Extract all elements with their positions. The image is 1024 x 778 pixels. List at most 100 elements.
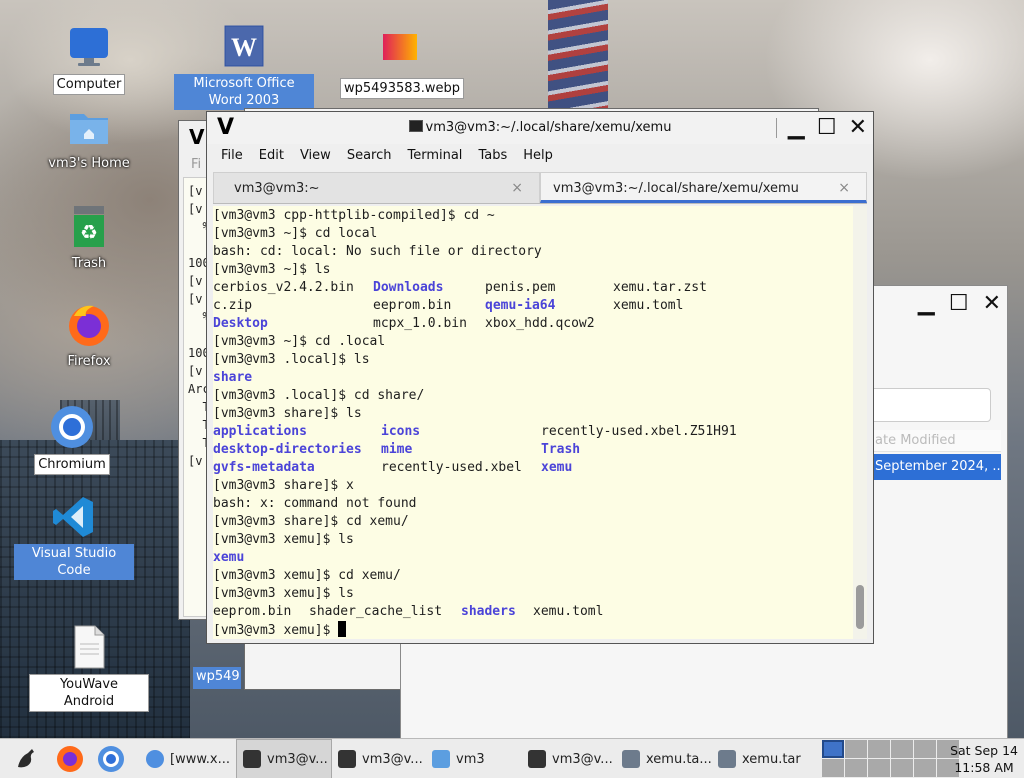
desktop-icon-label: vm3's Home: [48, 156, 130, 171]
workspace-7[interactable]: [822, 759, 844, 777]
terminal-titlebar[interactable]: V vm3@vm3:~/.local/share/xemu/xemu ▁ ☐ ✕: [207, 112, 873, 144]
terminal-icon: [243, 750, 261, 768]
taskbar-item-archive[interactable]: xemu.tar: [718, 739, 801, 778]
workspace-3[interactable]: [868, 740, 890, 758]
taskbar-item-browser[interactable]: [www.x...: [146, 739, 230, 778]
terminal-line: [vm3@vm3 cpp-httplib-compiled]$ cd ~: [213, 208, 495, 223]
workspace-8[interactable]: [845, 759, 867, 777]
tab-home[interactable]: vm3@vm3:~ ×: [213, 172, 540, 203]
taskbar-item-terminal-active[interactable]: vm3@v...: [236, 739, 332, 778]
ls-entry: xemu.toml: [533, 604, 604, 619]
taskbar-item-file-manager[interactable]: vm3: [432, 739, 485, 778]
menu-help[interactable]: Help: [515, 144, 561, 170]
archive-icon: [718, 750, 736, 768]
firefox-launcher[interactable]: [55, 739, 85, 778]
menu-view[interactable]: View: [292, 144, 339, 170]
desktop-icon-trash[interactable]: ♻ Trash: [29, 204, 149, 273]
desktop-icon-word[interactable]: W Microsoft Office Word 2003: [174, 24, 314, 110]
scrollbar-thumb[interactable]: [856, 585, 864, 629]
ls-entry: recently-used.xbel.Z51H91: [541, 424, 737, 439]
desktop-icon-chromium[interactable]: Chromium: [12, 404, 132, 475]
close-tab-icon[interactable]: ×: [838, 180, 850, 196]
desktop-icon-vscode[interactable]: Visual Studio Code: [14, 494, 134, 580]
menu-file[interactable]: File: [213, 144, 251, 170]
svg-text:♻: ♻: [80, 220, 98, 244]
workspace-pager[interactable]: [822, 740, 959, 777]
maximize-icon[interactable]: ☐: [949, 291, 969, 316]
prompt-line[interactable]: [vm3@vm3 xemu]$: [213, 621, 859, 639]
word-icon: W: [221, 24, 267, 70]
desktop-icon-firefox[interactable]: Firefox: [29, 302, 149, 371]
close-icon[interactable]: ✕: [983, 291, 1001, 316]
terminal-line: [vm3@vm3 share]$ x: [213, 478, 354, 493]
maximize-icon[interactable]: ☐: [817, 115, 837, 140]
workspace-10[interactable]: [891, 759, 913, 777]
computer-icon: [66, 24, 112, 70]
terminal-line: bash: cd: local: No such file or directo…: [213, 244, 542, 259]
minimize-icon[interactable]: ▁: [918, 291, 935, 316]
desktop-icon-computer[interactable]: Computer: [29, 24, 149, 95]
terminal-window[interactable]: V vm3@vm3:~/.local/share/xemu/xemu ▁ ☐ ✕…: [206, 111, 874, 644]
workspace-1[interactable]: [822, 740, 844, 758]
desktop-icon-home[interactable]: vm3's Home: [29, 104, 149, 173]
desktop-icon-label: Microsoft Office Word 2003: [174, 74, 314, 110]
minimize-icon[interactable]: ▁: [788, 115, 805, 140]
taskbar-item-terminal[interactable]: vm3@v...: [338, 739, 423, 778]
home-folder-icon: [66, 104, 112, 150]
ls-row: eeprom.bin shader_cache_list shaders xemu.t…: [213, 603, 859, 621]
search-input[interactable]: [861, 388, 991, 422]
taskbar-item-label: vm3@v...: [267, 751, 328, 767]
firefox-icon: [66, 302, 112, 348]
app-menu-button[interactable]: [12, 739, 40, 778]
menu-search[interactable]: Search: [339, 144, 400, 170]
terminal-line: bash: x: command not found: [213, 496, 417, 511]
workspace-4[interactable]: [891, 740, 913, 758]
folder-icon: [432, 750, 450, 768]
window-controls: ▁ ☐ ✕: [788, 115, 867, 140]
tab-xemu[interactable]: vm3@vm3:~/.local/share/xemu/xemu ×: [540, 172, 867, 203]
menu-terminal[interactable]: Terminal: [399, 144, 470, 170]
taskbar-item-terminal[interactable]: vm3@v...: [528, 739, 613, 778]
taskbar-item-label: xemu.tar: [742, 751, 801, 767]
image-file-icon: [377, 28, 423, 74]
svg-text:W: W: [231, 33, 257, 62]
workspace-5[interactable]: [914, 740, 936, 758]
taskbar-item-label: xemu.ta...: [646, 751, 712, 767]
desktop-icon-label: Visual Studio Code: [14, 544, 134, 580]
ls-entry-dir: icons: [381, 424, 421, 439]
workspace-2[interactable]: [845, 740, 867, 758]
taskbar-item-label: [www.x...: [170, 751, 230, 767]
ls-entry: eeprom.bin: [213, 604, 292, 619]
ls-row: c.zip eeprom.bin qemu-ia64 xemu.toml: [213, 297, 859, 315]
ls-row: desktop-directories mime Trash: [213, 441, 859, 459]
ls-entry-dir: shaders: [461, 604, 516, 619]
workspace-11[interactable]: [914, 759, 936, 777]
close-tab-icon[interactable]: ×: [511, 180, 523, 196]
clock[interactable]: Sat Sep 14 11:58 AM: [950, 742, 1018, 776]
window-title: vm3@vm3:~/.local/share/xemu/xemu: [207, 120, 873, 135]
divider: [776, 118, 777, 138]
column-header-date-modified[interactable]: ate Modified: [871, 430, 1001, 452]
chromium-launcher[interactable]: [96, 739, 126, 778]
menu-file-stub[interactable]: Fi: [191, 157, 201, 172]
selected-row-date[interactable]: September 2024, ...: [871, 454, 1001, 480]
close-icon[interactable]: ✕: [849, 115, 867, 140]
desktop-icon-label: Computer: [52, 74, 126, 95]
firefox-icon: [57, 746, 83, 772]
workspace-9[interactable]: [868, 759, 890, 777]
menu-edit[interactable]: Edit: [251, 144, 292, 170]
terminal-line: [vm3@vm3 ~]$ ls: [213, 262, 331, 277]
terminal-output[interactable]: [vm3@vm3 cpp-httplib-compiled]$ cd ~ [vm…: [213, 206, 859, 639]
tab-bar: vm3@vm3:~ × vm3@vm3:~/.local/share/xemu/…: [213, 172, 867, 204]
taskbar-item-archive[interactable]: xemu.ta...: [622, 739, 712, 778]
chromium-icon: [98, 746, 124, 772]
archive-icon: [622, 750, 640, 768]
menu-tabs[interactable]: Tabs: [470, 144, 515, 170]
tab-label: vm3@vm3:~/.local/share/xemu/xemu: [553, 181, 799, 196]
taskbar-item-label: vm3: [456, 751, 485, 767]
start-menu-icon: [18, 749, 34, 768]
scrollbar[interactable]: [853, 206, 867, 639]
prompt: [vm3@vm3 xemu]$: [213, 623, 339, 638]
desktop-icon-youwave[interactable]: YouWave Android: [29, 624, 149, 712]
desktop-icon-wp-image[interactable]: wp5493583.webp: [340, 28, 465, 99]
